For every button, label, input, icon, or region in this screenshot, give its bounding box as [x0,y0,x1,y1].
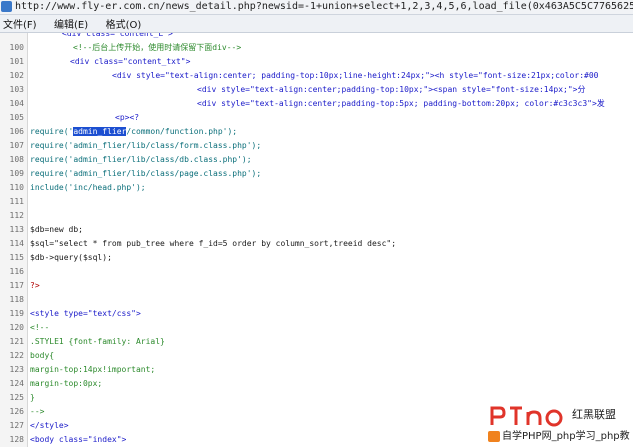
line-text: ?> [30,281,40,290]
selected-text[interactable]: admin_flier [73,127,127,136]
line-number: 113 [9,225,24,234]
line-number: 106 [9,127,24,136]
line-text: <p><? [115,113,140,122]
line-number: 116 [9,267,24,276]
watermark-site-bar: 自学PHP网_php学习_php教 [484,428,633,445]
line-text: <style type="text/css"> [30,309,141,318]
line-number: 103 [9,85,24,94]
line-text: </style> [30,421,69,430]
code-line: 111 [0,195,633,209]
line-number: 124 [9,379,24,388]
line-text: body{ [30,351,55,360]
code-line: 109 require('admin_flier/lib/class/page.… [0,167,633,181]
line-number: 114 [9,239,24,248]
line-number: 105 [9,113,24,122]
menu-file[interactable]: 文件(F) [0,17,47,34]
code-line: 114 $sql="select * from pub_tree where f… [0,237,633,251]
line-number: 123 [9,365,24,374]
code-pre: require(' [30,127,74,136]
code-line: 108 require('admin_flier/lib/class/db.cl… [0,153,633,167]
line-text: --> [30,407,45,416]
code-line: 100 <!--后台上传开始，使用时请保留下面div--> [0,41,633,55]
menu-format[interactable]: 格式(O) [103,17,152,34]
line-number: 111 [9,197,24,206]
site-badge-icon [488,431,500,442]
code-line: 103 <div style="text-align:center;paddin… [0,83,633,97]
line-number: 128 [9,435,24,444]
line-text: margin-top:14px!important; [30,365,156,374]
page-icon [1,1,12,12]
code-line: 113 $db=new db; [0,223,633,237]
line-text: <div style="text-align:center;padding-to… [197,85,586,94]
code-line: 101 <div class="content_txt"> [0,55,633,69]
line-number: 121 [9,337,24,346]
watermark: 红黑联盟 自学PHP网_php学习_php教 [484,402,633,447]
code-line: 110 include('inc/head.php'); [0,181,633,195]
code-line: 123 margin-top:14px!important; [0,363,633,377]
line-text: $db=new db; [30,225,83,234]
line-number: 119 [9,309,24,318]
code-line: 107 require('admin_flier/lib/class/form.… [0,139,633,153]
line-number: 109 [9,169,24,178]
menu-bar: 文件(F) 编辑(E) 格式(O) [0,15,633,33]
line-text: <!-- [30,323,50,332]
line-text: require('admin_flier/lib/class/form.clas… [30,141,262,150]
line-text: <body class="index"> [30,435,127,444]
line-number: 108 [9,155,24,164]
line-text: include('inc/head.php'); [30,183,146,192]
line-text: $db->query($sql); [30,253,112,262]
watermark-site-text: 自学PHP网_php学习_php教 [502,431,630,442]
line-number: 126 [9,407,24,416]
code-post: /common/function.php'); [126,127,238,136]
url-text[interactable]: http://www.fly-er.com.cn/news_detail.php… [15,0,633,14]
code-editor[interactable]: <div class="content_L"> 100 <!--后台上传开始，使… [0,33,633,447]
line-text: <!--后台上传开始，使用时请保留下面div--> [73,43,242,52]
line-number: 101 [9,57,24,66]
line-text: margin-top:0px; [30,379,103,388]
line-text: require('admin_flier/common/function.php… [30,125,237,139]
code-line: 122 body{ [0,349,633,363]
line-number: 118 [9,295,24,304]
watermark-logo [490,406,563,427]
code-line: 115 $db->query($sql); [0,251,633,265]
line-text: $sql="select * from pub_tree where f_id=… [30,239,397,248]
line-number: 120 [9,323,24,332]
code-line: 112 [0,209,633,223]
line-text: require('admin_flier/lib/class/page.clas… [30,169,262,178]
code-line: 105 <p><? [0,111,633,125]
line-text: <div class="content_txt"> [70,57,191,66]
line-number: 125 [9,393,24,402]
line-number: 102 [9,71,24,80]
line-text: <div style="text-align:center; padding-t… [112,71,599,80]
line-text: } [30,393,35,402]
line-number: 127 [9,421,24,430]
line-number: 117 [9,281,24,290]
line-number: 104 [9,99,24,108]
line-text: <div class="content_L"> [62,33,173,38]
menu-edit[interactable]: 编辑(E) [51,17,98,34]
code-line: 120 <!-- [0,321,633,335]
code-line: 116 [0,265,633,279]
code-line: 102 <div style="text-align:center; paddi… [0,69,633,83]
line-number: 115 [9,253,24,262]
line-number: 100 [9,43,24,52]
code-line: 119 <style type="text/css"> [0,307,633,321]
line-number: 112 [9,211,24,220]
line-number: 122 [9,351,24,360]
line-number: 107 [9,141,24,150]
code-line: <div class="content_L"> [0,33,633,41]
address-bar[interactable]: http://www.fly-er.com.cn/news_detail.php… [0,0,633,15]
code-line: 121 .STYLE1 {font-family: Arial} [0,335,633,349]
code-line: 104 <div style="text-align:center;paddin… [0,97,633,111]
code-line: 118 [0,293,633,307]
code-line: 124 margin-top:0px; [0,377,633,391]
line-number: 110 [9,183,24,192]
line-text: .STYLE1 {font-family: Arial} [30,337,165,346]
watermark-brand: 红黑联盟 [572,408,616,421]
line-text: <div style="text-align:center;padding-to… [197,99,605,108]
line-text: require('admin_flier/lib/class/db.class.… [30,155,252,164]
code-line: 117 ?> [0,279,633,293]
code-line: 106 require('admin_flier/common/function… [0,125,633,139]
